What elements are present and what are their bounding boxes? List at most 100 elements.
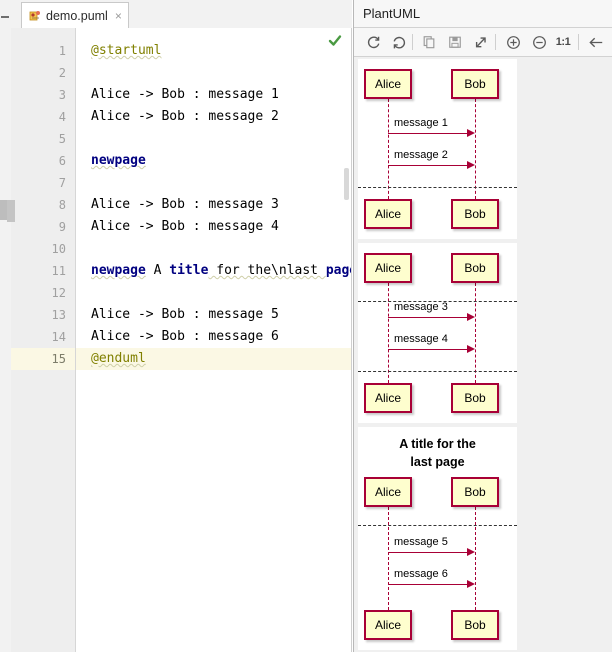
close-icon[interactable]: × [115,10,122,22]
collapse-dash-icon[interactable] [1,16,9,18]
message-arrow-line [388,165,469,166]
diagram-page[interactable]: A title for the last page Alice Alice Bob Bob… [358,427,517,650]
participant-box[interactable]: Alice [364,199,412,229]
participant-box[interactable]: Bob [451,199,499,229]
participant-box[interactable]: Bob [451,253,499,283]
page-break-separator [358,371,517,372]
line-number: 7 [58,176,66,190]
code-line[interactable]: Alice -> Bob : message 2 [91,106,279,128]
sequence-diagram: A title for the last page Alice Alice Bob Bob… [358,427,517,650]
participant-box[interactable]: Bob [451,610,499,640]
toolbar-separator-2 [495,34,496,50]
message-arrow-head [467,548,475,556]
code-line[interactable]: Alice -> Bob : message 5 [91,304,279,326]
zoom-out-button[interactable] [528,31,550,53]
gutter-splitter-grip[interactable] [7,200,15,222]
tab-label: demo.puml [46,8,108,23]
line-number: 15 [51,352,66,366]
message-label: message 4 [394,333,448,345]
editor-divider [351,28,352,652]
back-button[interactable] [585,31,607,53]
message-arrow-line [388,552,469,553]
code-line[interactable]: @enduml [91,348,146,370]
diagram-title: A title for the last page [358,435,517,471]
code-line[interactable]: newpage [91,150,146,172]
code-line[interactable]: Alice -> Bob : message 6 [91,326,279,348]
line-number: 8 [58,198,66,212]
line-number: 6 [58,154,66,168]
diagram-page[interactable]: Alice Alice Bob Bob message 3 message 4 [358,243,517,423]
code-token: Alice -> Bob : message 4 [91,219,279,234]
code-line[interactable]: newpage A title for the\nlast page [91,260,352,282]
zoom-in-button[interactable] [502,31,524,53]
refresh-button[interactable] [362,31,384,53]
toolbar-separator-3 [578,34,579,50]
line-number: 3 [58,88,66,102]
line-number: 1 [58,44,66,58]
code-token: Alice -> Bob : message 2 [91,109,279,124]
code-line[interactable]: Alice -> Bob : message 3 [91,194,279,216]
code-token: for the\nlast [208,263,326,278]
code-token: A [145,263,170,278]
line-number: 9 [58,220,66,234]
code-token: newpage [91,263,146,278]
line-number: 14 [51,330,66,344]
zoom-reset-label: 1:1 [555,36,571,48]
page-break-separator [358,525,517,526]
code-token: Alice -> Bob : message 5 [91,307,279,322]
tabbar-empty-area [118,2,352,28]
participant-box[interactable]: Alice [364,610,412,640]
line-number: 4 [58,110,66,124]
tab-demo-puml[interactable]: demo.puml × [21,2,129,28]
toolbar-separator [412,34,413,50]
code-editor-area[interactable]: @startuml Alice -> Bob : message 1 Alice -… [76,28,352,652]
message-arrow-head [467,580,475,588]
zoom-reset-button[interactable]: 1:1 [552,31,574,53]
copy-button[interactable] [418,31,440,53]
code-line[interactable]: Alice -> Bob : message 1 [91,84,279,106]
editor-tabbar: demo.puml × [11,0,352,29]
preview-canvas[interactable]: Alice Alice Bob Bob message 1 message 2 Alice A… [354,57,612,652]
participant-box[interactable]: Alice [364,253,412,283]
line-number: 5 [58,132,66,146]
page-break-separator [358,187,517,188]
editor-scrollbar[interactable] [344,168,349,200]
message-label: message 5 [394,536,448,548]
message-label: message 6 [394,568,448,580]
participant-box[interactable]: Alice [364,383,412,413]
code-token: @enduml [91,351,146,366]
reload-button[interactable] [388,31,410,53]
line-number: 2 [58,66,66,80]
diagram-page[interactable]: Alice Alice Bob Bob message 1 message 2 [358,59,517,239]
message-label: message 2 [394,149,448,161]
preview-toolbar: 1:1 [354,28,612,57]
participant-box[interactable]: Bob [451,383,499,413]
message-arrow-line [388,584,469,585]
green-check-inspection-icon[interactable] [328,34,342,48]
message-arrow-line [388,133,469,134]
diagram-title-line: A title for the [399,437,476,451]
participant-box[interactable]: Bob [451,69,499,99]
participant-box[interactable]: Alice [364,69,412,99]
participant-box[interactable]: Alice [364,477,412,507]
plantuml-editor-window: demo.puml × 1 2 3 4 5 6 7 8 9 10 11 12 13 14 15 @start… [0,0,612,652]
lifeline [475,507,476,610]
line-number: 12 [51,286,66,300]
code-token: Alice -> Bob : message 3 [91,197,279,212]
message-arrow-line [388,349,469,350]
open-external-button[interactable] [470,31,492,53]
lifeline [475,99,476,199]
code-token: Alice -> Bob : message 6 [91,329,279,344]
sequence-diagram: Alice Alice Bob Bob message 1 message 2 [358,59,517,239]
participant-box[interactable]: Bob [451,477,499,507]
lifeline [388,283,389,383]
sequence-diagram: Alice Alice Bob Bob message 3 message 4 [358,243,517,423]
code-line[interactable]: @startuml [91,40,161,62]
lifeline [388,507,389,610]
message-label: message 3 [394,301,448,313]
code-line[interactable]: Alice -> Bob : message 4 [91,216,279,238]
save-button[interactable] [444,31,466,53]
code-token: page [325,263,352,278]
message-label: message 1 [394,117,448,129]
line-number: 13 [51,308,66,322]
